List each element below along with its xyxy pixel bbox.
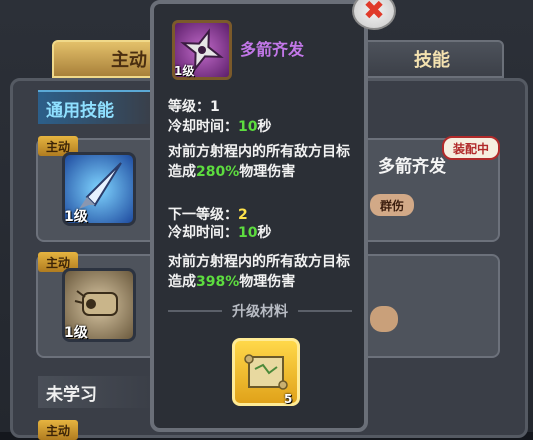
cooldown-label: 冷却时间： <box>168 119 238 135</box>
skill-level: 1级 <box>64 209 88 225</box>
skill-icon-level: 1级 <box>174 64 195 78</box>
tab-skills[interactable]: 技能 <box>360 40 504 78</box>
cooldown-row: 冷却时间：10秒 <box>168 116 271 136</box>
next-level-label: 下一等级： <box>168 207 238 223</box>
materials-title: 升级材料 <box>232 304 288 320</box>
next-cooldown-label: 冷却时间： <box>168 225 238 241</box>
close-icon[interactable]: ✖ <box>363 0 385 24</box>
next-level-row: 下一等级：2 <box>168 204 248 224</box>
active-badge: 主动 <box>38 420 78 440</box>
level-label: 等级： <box>168 99 210 115</box>
next-skill-description: 对前方射程内的所有敌方目标造成398%物理伤害 <box>168 252 354 292</box>
skill-level: 1级 <box>64 325 88 341</box>
materials-divider: 升级材料 <box>168 302 352 320</box>
skill-tag: 群伤 <box>370 194 414 216</box>
desc-suffix: 物理伤害 <box>239 164 296 180</box>
skill-name: 多箭齐发 <box>240 40 305 59</box>
damage-value: 280% <box>196 164 240 180</box>
section-unlearned: 未学习 <box>38 376 156 408</box>
cooldown-unit: 秒 <box>257 119 272 135</box>
skill-tag <box>370 306 398 332</box>
skill-name: 多箭齐发 <box>378 157 446 177</box>
cooldown-value: 10 <box>238 119 258 135</box>
next-cooldown-unit: 秒 <box>257 225 272 241</box>
section-general-skills: 通用技能 <box>38 90 156 124</box>
next-level-value: 2 <box>238 207 248 223</box>
next-desc-suffix: 物理伤害 <box>239 274 296 290</box>
level-row: 等级：1 <box>168 96 220 116</box>
level-value: 1 <box>210 99 220 115</box>
skill-description: 对前方射程内的所有敌方目标造成280%物理伤害 <box>168 142 354 182</box>
next-damage-value: 398% <box>196 274 240 290</box>
material-count: 5 <box>284 392 293 406</box>
equipped-badge: 装配中 <box>442 136 500 160</box>
next-cooldown-value: 10 <box>238 225 258 241</box>
next-cooldown-row: 冷却时间：10秒 <box>168 222 271 242</box>
